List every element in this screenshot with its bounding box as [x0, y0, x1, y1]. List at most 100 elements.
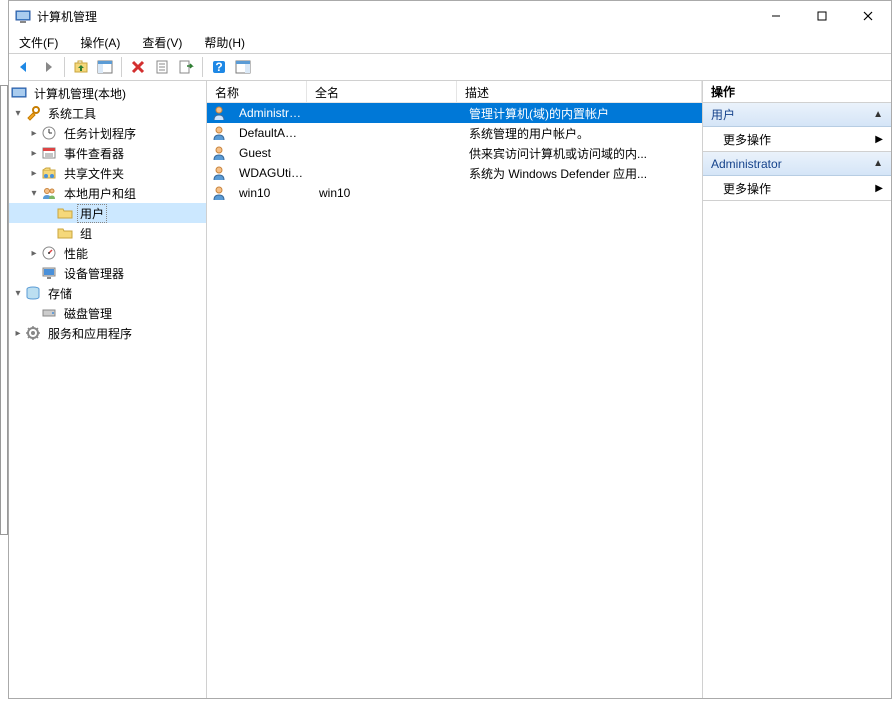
tree-groups[interactable]: 组	[9, 223, 206, 243]
menubar: 文件(F) 操作(A) 查看(V) 帮助(H)	[9, 31, 891, 53]
user-icon	[211, 145, 227, 161]
actions-section-header-label: 用户	[711, 106, 735, 123]
tree-users[interactable]: 用户	[9, 203, 206, 223]
window-title: 计算机管理	[37, 8, 753, 25]
actions-more-administrator[interactable]: 更多操作 ▶	[703, 176, 891, 200]
list-row[interactable]: WDAGUtilit...系统为 Windows Defender 应用...	[207, 163, 702, 183]
back-button[interactable]	[13, 56, 35, 78]
list-row[interactable]: DefaultAcc... 系统管理的用户帐户。	[207, 123, 702, 143]
tree-local-users-groups[interactable]: ▾ 本地用户和组	[9, 183, 206, 203]
actions-section-users: 用户 ▲ 更多操作 ▶	[703, 103, 891, 152]
actions-more-users[interactable]: 更多操作 ▶	[703, 127, 891, 151]
expand-icon[interactable]: ▸	[27, 126, 41, 140]
menu-view[interactable]: 查看(V)	[138, 32, 186, 53]
expand-icon[interactable]: ▸	[27, 246, 41, 260]
properties-button[interactable]	[151, 56, 173, 78]
window-controls	[753, 1, 891, 31]
delete-button[interactable]	[127, 56, 149, 78]
tree-storage[interactable]: ▾ 存储	[9, 283, 206, 303]
svg-text:?: ?	[215, 60, 222, 74]
actions-panel: 操作 用户 ▲ 更多操作 ▶ Administrator ▲ 更多操作	[703, 81, 891, 698]
expand-icon[interactable]: ▸	[27, 146, 41, 160]
list-body[interactable]: Administrat...管理计算机(域)的内置帐户DefaultAcc...…	[207, 103, 702, 698]
menu-file[interactable]: 文件(F)	[15, 32, 62, 53]
tree-shared-folders[interactable]: ▸ 共享文件夹	[9, 163, 206, 183]
tree-label: 计算机管理(本地)	[31, 85, 129, 102]
user-icon	[211, 165, 227, 181]
up-button[interactable]	[70, 56, 92, 78]
cell-name: win10	[231, 186, 311, 200]
folder-icon	[57, 225, 73, 241]
tree-panel[interactable]: 计算机管理(本地) ▾ 系统工具 ▸ 任务计划程序 ▸ 事件查看器 ▸ 共享文件…	[9, 81, 207, 698]
menu-action[interactable]: 操作(A)	[76, 32, 124, 53]
storage-icon	[25, 285, 41, 301]
content-area: 计算机管理(本地) ▾ 系统工具 ▸ 任务计划程序 ▸ 事件查看器 ▸ 共享文件…	[9, 81, 891, 698]
collapse-icon[interactable]: ▾	[11, 106, 25, 120]
actions-section-header[interactable]: 用户 ▲	[703, 103, 891, 127]
list-panel: 名称 全名 描述 Administrat...管理计算机(域)的内置帐户Defa…	[207, 81, 703, 698]
help-button[interactable]: ?	[208, 56, 230, 78]
submenu-arrow-icon: ▶	[875, 183, 883, 194]
cell-fullname: win10	[311, 186, 461, 200]
event-viewer-icon	[41, 145, 57, 161]
tree-task-scheduler[interactable]: ▸ 任务计划程序	[9, 123, 206, 143]
expand-icon[interactable]: ▸	[11, 326, 25, 340]
user-icon	[211, 105, 227, 121]
tree-event-viewer[interactable]: ▸ 事件查看器	[9, 143, 206, 163]
cell-description: 系统管理的用户帐户。	[461, 125, 702, 142]
cell-name: Administrat...	[231, 106, 311, 120]
users-groups-icon	[41, 185, 57, 201]
disk-icon	[41, 305, 57, 321]
computer-icon	[11, 85, 27, 101]
submenu-arrow-icon: ▶	[875, 134, 883, 145]
show-hide-action-pane-button[interactable]	[232, 56, 254, 78]
collapse-icon: ▲	[873, 158, 883, 169]
minimize-button[interactable]	[753, 1, 799, 31]
tree-disk-management[interactable]: 磁盘管理	[9, 303, 206, 323]
background-window-edge	[0, 85, 8, 535]
actions-section-header-label: Administrator	[711, 157, 782, 171]
tree-device-manager[interactable]: 设备管理器	[9, 263, 206, 283]
column-fullname[interactable]: 全名	[307, 81, 457, 102]
cell-description: 供来宾访问计算机或访问域的内...	[461, 145, 702, 162]
cell-name: DefaultAcc...	[231, 126, 311, 140]
close-button[interactable]	[845, 1, 891, 31]
maximize-button[interactable]	[799, 1, 845, 31]
forward-button[interactable]	[37, 56, 59, 78]
export-button[interactable]	[175, 56, 197, 78]
column-name[interactable]: 名称	[207, 81, 307, 102]
cell-description: 系统为 Windows Defender 应用...	[461, 165, 702, 182]
expand-icon[interactable]: ▸	[27, 166, 41, 180]
show-hide-tree-button[interactable]	[94, 56, 116, 78]
actions-section-header[interactable]: Administrator ▲	[703, 152, 891, 176]
performance-icon	[41, 245, 57, 261]
tree-label: 用户	[77, 204, 107, 223]
tree-label: 本地用户和组	[61, 185, 139, 202]
tree-services-apps[interactable]: ▸ 服务和应用程序	[9, 323, 206, 343]
collapse-icon[interactable]: ▾	[27, 186, 41, 200]
list-row[interactable]: Administrat... 管理计算机(域)的内置帐户	[207, 103, 702, 123]
actions-item-label: 更多操作	[723, 131, 771, 148]
services-icon	[25, 325, 41, 341]
toolbar-separator	[202, 57, 203, 77]
tree-label: 性能	[61, 245, 91, 262]
cell-name: Guest	[231, 146, 311, 160]
tree-label: 共享文件夹	[61, 165, 127, 182]
list-row[interactable]: win10win10	[207, 183, 702, 203]
tree-label: 磁盘管理	[61, 305, 115, 322]
actions-item-label: 更多操作	[723, 180, 771, 197]
list-row[interactable]: Guest 供来宾访问计算机或访问域的内...	[207, 143, 702, 163]
tree-system-tools[interactable]: ▾ 系统工具	[9, 103, 206, 123]
collapse-icon[interactable]: ▾	[11, 286, 25, 300]
tree-label: 存储	[45, 285, 75, 302]
column-description[interactable]: 描述	[457, 81, 702, 102]
tree-label: 设备管理器	[61, 265, 127, 282]
app-icon	[15, 8, 31, 24]
tree-performance[interactable]: ▸ 性能	[9, 243, 206, 263]
computer-management-window: 计算机管理 文件(F) 操作(A) 查看(V) 帮助(H) ? 计算机管理(本	[8, 0, 892, 699]
menu-help[interactable]: 帮助(H)	[200, 32, 249, 53]
tree-root[interactable]: 计算机管理(本地)	[9, 83, 206, 103]
cell-description: 管理计算机(域)的内置帐户	[461, 105, 702, 122]
folder-icon	[57, 205, 73, 221]
toolbar-separator	[64, 57, 65, 77]
